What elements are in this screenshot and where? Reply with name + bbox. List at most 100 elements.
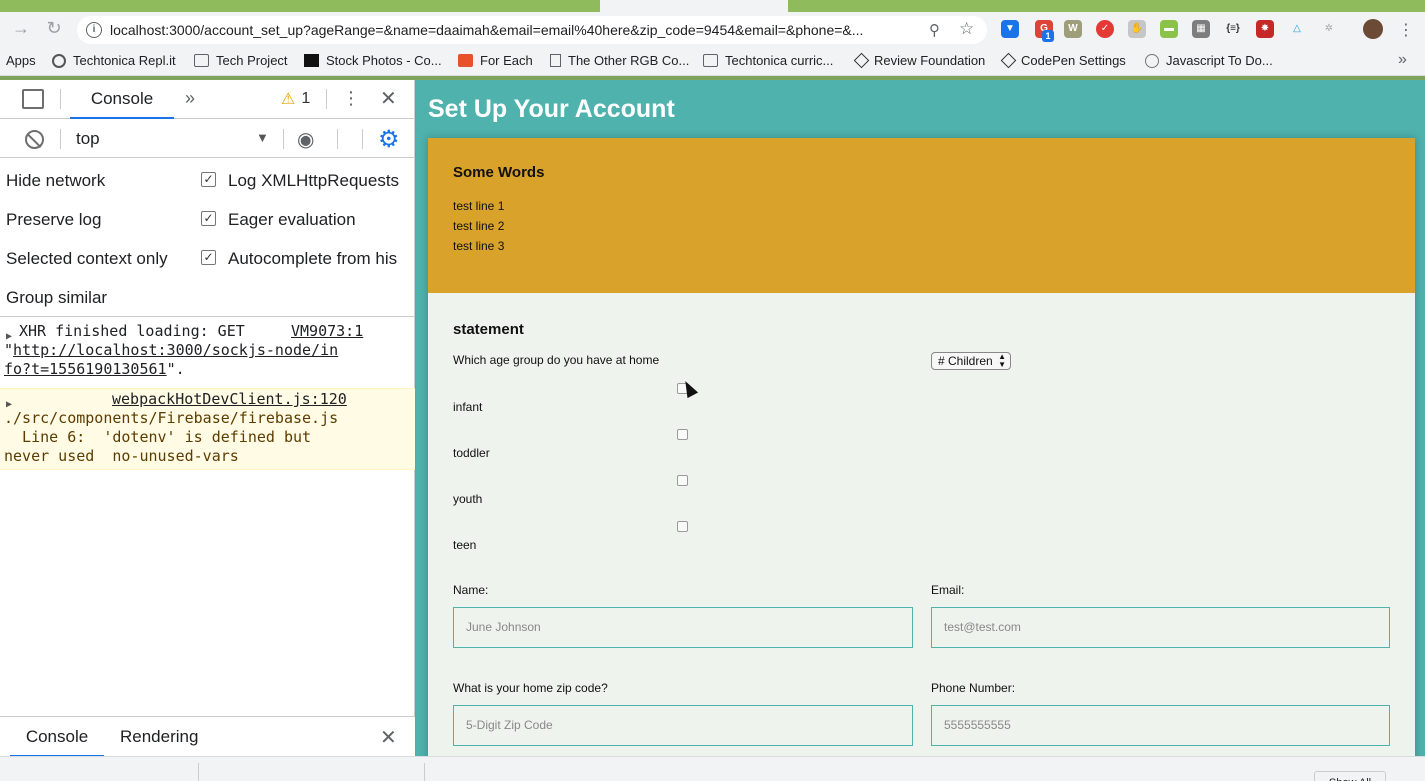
eager-eval-checkbox[interactable]: ✓ — [201, 211, 216, 226]
url-text[interactable]: localhost:3000/account_set_up?ageRange=&… — [110, 22, 910, 38]
bookmark-item[interactable]: Stock Photos - Co... — [304, 53, 442, 68]
console-message[interactable]: ▶ XHR finished loading: GET VM9073:1 "ht… — [0, 322, 415, 386]
header-line: test line 1 — [453, 199, 505, 213]
document-icon — [550, 54, 561, 67]
bookmark-item[interactable]: Javascript To Do... — [1145, 53, 1273, 68]
close-drawer-icon[interactable]: ✕ — [380, 725, 397, 750]
dropdown-arrow-icon[interactable]: ▼ — [256, 130, 269, 145]
bookmark-item[interactable]: Review Foundation — [853, 52, 985, 69]
zip-input[interactable]: 5-Digit Zip Code — [453, 705, 913, 746]
omnibox[interactable]: i localhost:3000/account_set_up?ageRange… — [77, 16, 987, 44]
extension-icon[interactable]: ✲ — [1320, 20, 1338, 38]
close-icon[interactable]: ✕ — [380, 86, 397, 111]
bookmark-item[interactable]: Tech Project — [194, 53, 288, 68]
bookmark-item[interactable]: Techtonica curric... — [703, 53, 833, 68]
extension-icon[interactable]: W — [1064, 20, 1082, 38]
more-tabs-icon[interactable]: » — [185, 88, 195, 109]
autocomplete-setting[interactable]: Autocomplete from his — [228, 249, 412, 269]
extension-icon[interactable]: ✋ — [1128, 20, 1146, 38]
devtools-panel: Console » ⚠ 1 ⋮ ✕ top ▼ ◉ ⚙ Hide network … — [0, 80, 415, 757]
codepen-icon — [1000, 52, 1017, 69]
teen-checkbox[interactable] — [677, 521, 688, 532]
zip-label: What is your home zip code? — [453, 681, 608, 695]
tab-console[interactable]: Console — [70, 80, 174, 119]
forward-icon[interactable]: → — [10, 17, 32, 39]
hide-network-setting[interactable]: Hide network — [6, 171, 105, 191]
drawer-tab-rendering[interactable]: Rendering — [120, 717, 198, 757]
header-line: test line 3 — [453, 239, 505, 253]
youth-checkbox[interactable] — [677, 475, 688, 486]
context-selector[interactable]: top — [76, 129, 100, 149]
bookmarks-bar: Apps Techtonica Repl.it Tech Project Sto… — [0, 46, 1425, 76]
divider — [60, 129, 61, 149]
preserve-log-setting[interactable]: Preserve log — [6, 210, 101, 230]
profile-avatar[interactable] — [1363, 19, 1383, 39]
device-toolbar-icon[interactable] — [22, 89, 44, 109]
replit-icon — [52, 53, 66, 68]
name-input[interactable]: June Johnson — [453, 607, 913, 648]
gear-icon[interactable]: ⚙ — [378, 125, 400, 154]
divider — [60, 89, 61, 109]
menu-icon[interactable]: ⋮ — [1398, 20, 1414, 40]
log-xhr-checkbox[interactable]: ✓ — [201, 172, 216, 187]
reload-icon[interactable]: ↻ — [43, 17, 65, 39]
bookmark-item[interactable]: The Other RGB Co... — [550, 53, 689, 68]
age-group-label: infant — [453, 400, 483, 414]
source-link[interactable]: VM9073:1 — [291, 322, 363, 341]
eager-eval-setting[interactable]: Eager evaluation — [228, 210, 356, 230]
info-icon[interactable]: i — [86, 22, 102, 38]
divider — [337, 129, 338, 149]
selected-context-setting[interactable]: Selected context only — [6, 249, 168, 269]
phone-input[interactable]: 5555555555 — [931, 705, 1390, 746]
autocomplete-checkbox[interactable]: ✓ — [201, 250, 216, 265]
bookmark-item[interactable]: CodePen Settings — [1000, 52, 1126, 69]
age-group-label: youth — [453, 492, 483, 506]
devtools-menu-icon[interactable]: ⋮ — [342, 88, 360, 109]
header-card-heading: Some Words — [453, 164, 545, 181]
chevron-right-icon[interactable]: » — [1398, 51, 1407, 69]
extension-icon[interactable]: ✸ — [1256, 20, 1274, 38]
console-settings: Hide network Preserve log Selected conte… — [0, 159, 415, 317]
statement-heading: statement — [453, 321, 524, 338]
folder-icon — [703, 54, 718, 67]
active-tab[interactable] — [600, 0, 788, 12]
age-group-label: teen — [453, 538, 477, 552]
log-xhr-setting[interactable]: Log XMLHttpRequests — [228, 171, 399, 191]
page-viewport: Set Up Your Account Some Words test line… — [416, 80, 1425, 756]
extension-icon[interactable]: ✓ — [1096, 20, 1114, 38]
extension-icon[interactable]: △ — [1288, 20, 1306, 38]
header-line: test line 2 — [453, 219, 505, 233]
children-select[interactable]: # Children ▲ ▼ — [931, 352, 1011, 370]
bookmark-item[interactable]: Apps — [6, 53, 36, 68]
zoom-icon[interactable]: ⚲ — [929, 21, 940, 39]
console-toolbar: top ▼ ◉ ⚙ — [0, 120, 415, 158]
toddler-checkbox[interactable] — [677, 429, 688, 440]
live-expression-icon[interactable]: ◉ — [297, 127, 314, 152]
extension-badge: 1 — [1042, 30, 1054, 42]
clear-console-icon[interactable] — [25, 130, 44, 149]
account-form-card: Some Words test line 1 test line 2 test … — [428, 138, 1415, 756]
name-label: Name: — [453, 583, 489, 597]
show-all-button[interactable]: Show All — [1314, 771, 1386, 781]
group-similar-setting[interactable]: Group similar — [6, 288, 107, 308]
email-input[interactable]: test@test.com — [931, 607, 1390, 648]
header-card: Some Words test line 1 test line 2 test … — [428, 138, 1415, 293]
age-group-question: Which age group do you have at home — [453, 353, 660, 367]
request-url-link[interactable]: fo?t=1556190130561 — [4, 360, 167, 378]
divider — [362, 129, 363, 149]
drawer-tab-console[interactable]: Console — [10, 717, 104, 757]
smiley-icon — [1145, 53, 1159, 68]
bookmark-item[interactable]: Techtonica Repl.it — [52, 53, 176, 68]
extension-icon[interactable]: {≡} — [1224, 20, 1242, 38]
warning-counter[interactable]: ⚠ 1 — [281, 89, 310, 109]
extension-icon[interactable]: ▬ — [1160, 20, 1178, 38]
request-url-link[interactable]: http://localhost:3000/sockjs-node/in — [13, 341, 338, 359]
unsplash-icon — [304, 54, 319, 67]
bookmark-item[interactable]: For Each — [458, 53, 533, 68]
devtools-tabbar: Console » ⚠ 1 ⋮ ✕ — [0, 80, 415, 119]
extension-icon[interactable]: ▦ — [1192, 20, 1210, 38]
bookmark-star-icon[interactable]: ☆ — [959, 19, 974, 39]
source-link[interactable]: webpackHotDevClient.js:120 — [112, 390, 347, 409]
console-warning[interactable]: ▶ webpackHotDevClient.js:120 ./src/compo… — [0, 388, 415, 470]
extension-icon[interactable]: ▼ — [1001, 20, 1019, 38]
